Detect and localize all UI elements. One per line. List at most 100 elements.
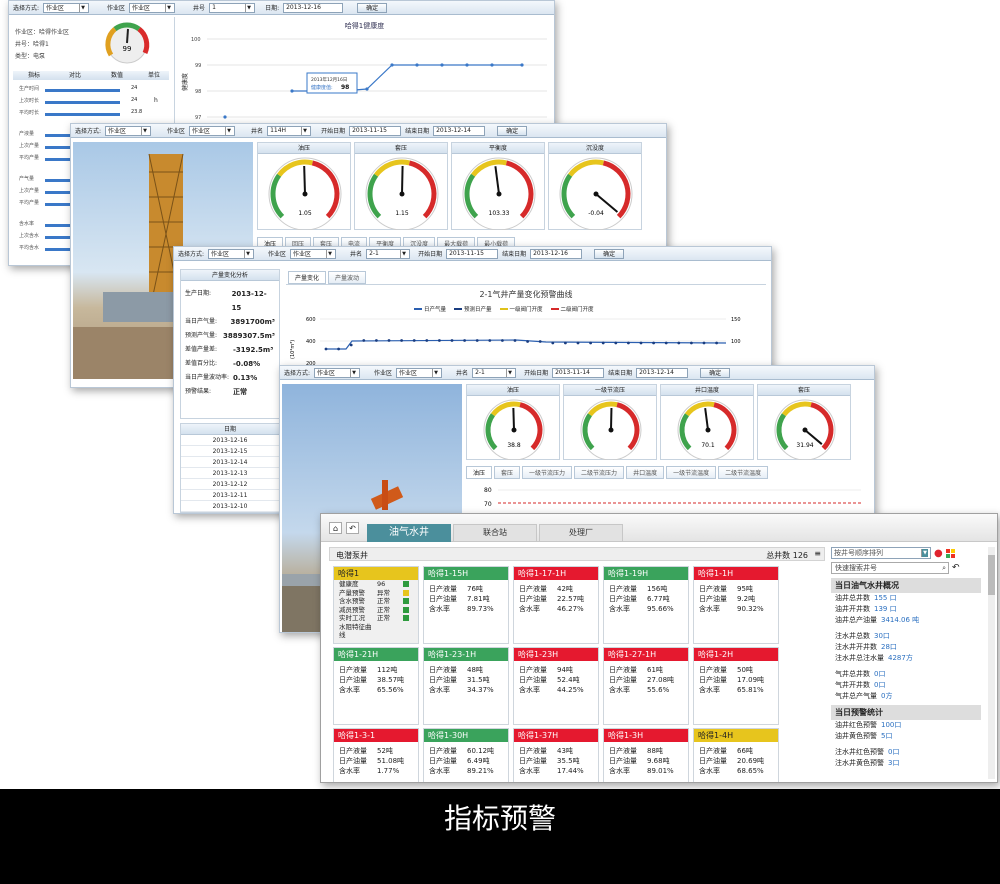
- menu-icon[interactable]: ≡: [814, 549, 821, 558]
- end-date-label: 结束日期: [502, 251, 527, 258]
- summary-label: 气井总产气量: [835, 692, 877, 700]
- gauge-panel: 一级节流压: [563, 384, 657, 461]
- tab-joint-station[interactable]: 联合站: [453, 524, 537, 542]
- area-select[interactable]: 作业区 ▼: [290, 248, 337, 259]
- date-row[interactable]: 2013-12-11: [181, 490, 279, 501]
- date-input[interactable]: 2013-12-16: [283, 2, 344, 13]
- card-row-label: 日产液量: [429, 585, 457, 593]
- card-row-label: 日产油量: [519, 676, 547, 684]
- tab-oil-gas-water-wells[interactable]: 油气水井: [367, 524, 451, 542]
- sort-select[interactable]: 按井号顺序排列 ▼: [831, 547, 931, 559]
- well-card[interactable]: 哈得1-21H 日产液量 112吨 日产油量 38.57吨 含水率 65.56%: [333, 647, 419, 725]
- date-row[interactable]: 2013-12-15: [181, 446, 279, 457]
- confirm-button[interactable]: 确定: [700, 367, 731, 378]
- area-select[interactable]: 作业区 ▼: [129, 2, 176, 13]
- well-card[interactable]: 哈得1-17-1H 日产液量 42吨 日产油量 22.57吨 含水率 46.27%: [513, 566, 599, 644]
- area-select[interactable]: 作业区 ▼: [189, 125, 236, 136]
- gauge-title: 平衡度: [452, 143, 544, 154]
- grid-view-icon[interactable]: [945, 548, 955, 558]
- well-card[interactable]: 哈得1-2H 日产液量 50吨 日产油量 17.09吨 含水率 65.81%: [693, 647, 779, 725]
- mode-select[interactable]: 作业区 ▼: [314, 367, 361, 378]
- card-row-value: 7.81吨: [467, 595, 490, 603]
- summary-label: 气井开井数: [835, 681, 870, 689]
- parameter-tab[interactable]: 一级节流温度: [666, 466, 717, 479]
- map-pin-icon[interactable]: ●: [934, 548, 943, 559]
- warning-label: 注水井红色预警: [835, 748, 884, 756]
- series-point: [690, 341, 693, 345]
- well-card[interactable]: 哈得1-37H 日产液量 43吨 日产油量 35.5吨 含水率 17.44%: [513, 728, 599, 782]
- summary-value: 0方: [881, 692, 893, 700]
- parameter-tab[interactable]: 一级节流压力: [522, 466, 573, 479]
- date-row[interactable]: 2013-12-12: [181, 479, 279, 490]
- parameter-tab[interactable]: 套压: [494, 466, 521, 479]
- card-row-value: 55.6%: [647, 686, 670, 694]
- start-date-input[interactable]: 2013-11-15: [349, 125, 402, 136]
- mode-select[interactable]: 作业区 ▼: [43, 2, 90, 13]
- home-icon[interactable]: ⌂: [329, 522, 342, 534]
- well-card[interactable]: 哈得1-27-1H 日产液量 61吨 日产油量 27.08吨 含水率 55.6%: [603, 647, 689, 725]
- well-select[interactable]: 114H ▼: [267, 125, 312, 136]
- tab-production-fluctuation[interactable]: 产量波动: [328, 271, 367, 284]
- well-select[interactable]: 1 ▼: [209, 2, 256, 13]
- well-card[interactable]: 哈得1-3H 日产液量 88吨 日产油量 9.68吨 含水率 89.01%: [603, 728, 689, 782]
- area-select[interactable]: 作业区 ▼: [396, 367, 443, 378]
- card-row-value: 22.57吨: [557, 595, 585, 603]
- well-card[interactable]: 哈得1-19H 日产液量 156吨 日产油量 6.77吨 含水率 95.66%: [603, 566, 689, 644]
- card-row-label: 含水率: [519, 605, 540, 613]
- col-unit: 单位: [147, 72, 160, 79]
- well-card[interactable]: 哈得1-23-1H 日产液量 48吨 日产油量 31.5吨 含水率 34.37%: [423, 647, 509, 725]
- tab-processing-plant[interactable]: 处理厂: [539, 524, 623, 542]
- well-card[interactable]: 哈得1-4H 日产液量 66吨 日产油量 20.69吨 含水率 68.65%: [693, 728, 779, 782]
- card-row: 含水率 1.77%: [334, 766, 418, 776]
- reset-icon[interactable]: ↶: [952, 563, 960, 573]
- well-select[interactable]: 2-1 ▼: [472, 367, 517, 378]
- card-row: 日产油量 38.57吨: [334, 675, 418, 685]
- info-area: 作业区：哈得作业区: [15, 29, 70, 36]
- confirm-button[interactable]: 确定: [497, 125, 528, 136]
- well-card[interactable]: 哈得1-3-1 日产液量 52吨 日产油量 51.08吨 含水率 1.77%: [333, 728, 419, 782]
- status-square: [403, 589, 409, 596]
- date-row[interactable]: 2013-12-10: [181, 501, 279, 512]
- date-row[interactable]: 2013-12-14: [181, 457, 279, 468]
- series-point: [589, 341, 592, 345]
- summary-value: 0口: [874, 670, 886, 678]
- parameter-tab[interactable]: 油压: [466, 466, 493, 479]
- well-card[interactable]: 哈得1-30H 日产液量 60.12吨 日产油量 6.49吨 含水率 89.21%: [423, 728, 509, 782]
- well-card[interactable]: 哈得1-23H 日产液量 94吨 日产油量 52.4吨 含水率 44.25%: [513, 647, 599, 725]
- start-date-input[interactable]: 2013-11-14: [552, 367, 605, 378]
- parameter-tab[interactable]: 井口温度: [626, 466, 665, 479]
- gauge-arc: [505, 160, 534, 219]
- mode-select[interactable]: 作业区 ▼: [105, 125, 152, 136]
- well-card[interactable]: 哈得1 健康度 96 产量预警 异常 含水预警 正常 减员预警 正常 实时工况 正常 水阻特征曲线: [333, 566, 419, 644]
- indicator-label: 平均含水: [19, 245, 40, 251]
- card-row-label: 日产液量: [339, 747, 367, 755]
- tooltip-date: 2013年12月16日: [311, 76, 347, 83]
- tooltip-label: 健康度值:: [311, 84, 333, 91]
- scrollbar[interactable]: [988, 547, 995, 779]
- y-right-tick: 100: [731, 339, 741, 345]
- back-icon[interactable]: ↶: [346, 522, 359, 534]
- well-card[interactable]: 哈得1-1H 日产液量 95吨 日产油量 9.2吨 含水率 90.32%: [693, 566, 779, 644]
- card-row-value: 异常: [377, 588, 390, 597]
- parameter-tab[interactable]: 二级节流温度: [718, 466, 769, 479]
- confirm-button[interactable]: 确定: [594, 248, 625, 259]
- well-card[interactable]: 哈得1-15H 日产液量 76吨 日产油量 7.81吨 含水率 89.73%: [423, 566, 509, 644]
- parameter-tab[interactable]: 二级节流压力: [574, 466, 625, 479]
- search-input[interactable]: 快速搜索井号 ⌕: [831, 562, 949, 574]
- date-row[interactable]: 2013-12-13: [181, 468, 279, 479]
- warning-label: 注水井黄色预警: [835, 759, 884, 767]
- mode-select[interactable]: 作业区 ▼: [208, 248, 255, 259]
- warning-value: 5口: [881, 732, 893, 740]
- start-date-input[interactable]: 2013-11-15: [446, 248, 499, 259]
- search-icon: ⌕: [942, 564, 946, 572]
- date-row[interactable]: 2013-12-16: [181, 435, 279, 446]
- end-date-input[interactable]: 2013-12-16: [530, 248, 583, 259]
- chart-tabs: 产量变化 产量波动: [288, 271, 367, 284]
- well-select[interactable]: 2-1 ▼: [366, 248, 411, 259]
- end-date-input[interactable]: 2013-12-14: [433, 125, 486, 136]
- end-date-input[interactable]: 2013-12-14: [636, 367, 689, 378]
- well-card-title: 哈得1-2H: [694, 648, 778, 661]
- confirm-button[interactable]: 确定: [357, 2, 388, 13]
- tab-production-change[interactable]: 产量变化: [288, 271, 327, 284]
- unit-label: h: [154, 97, 158, 104]
